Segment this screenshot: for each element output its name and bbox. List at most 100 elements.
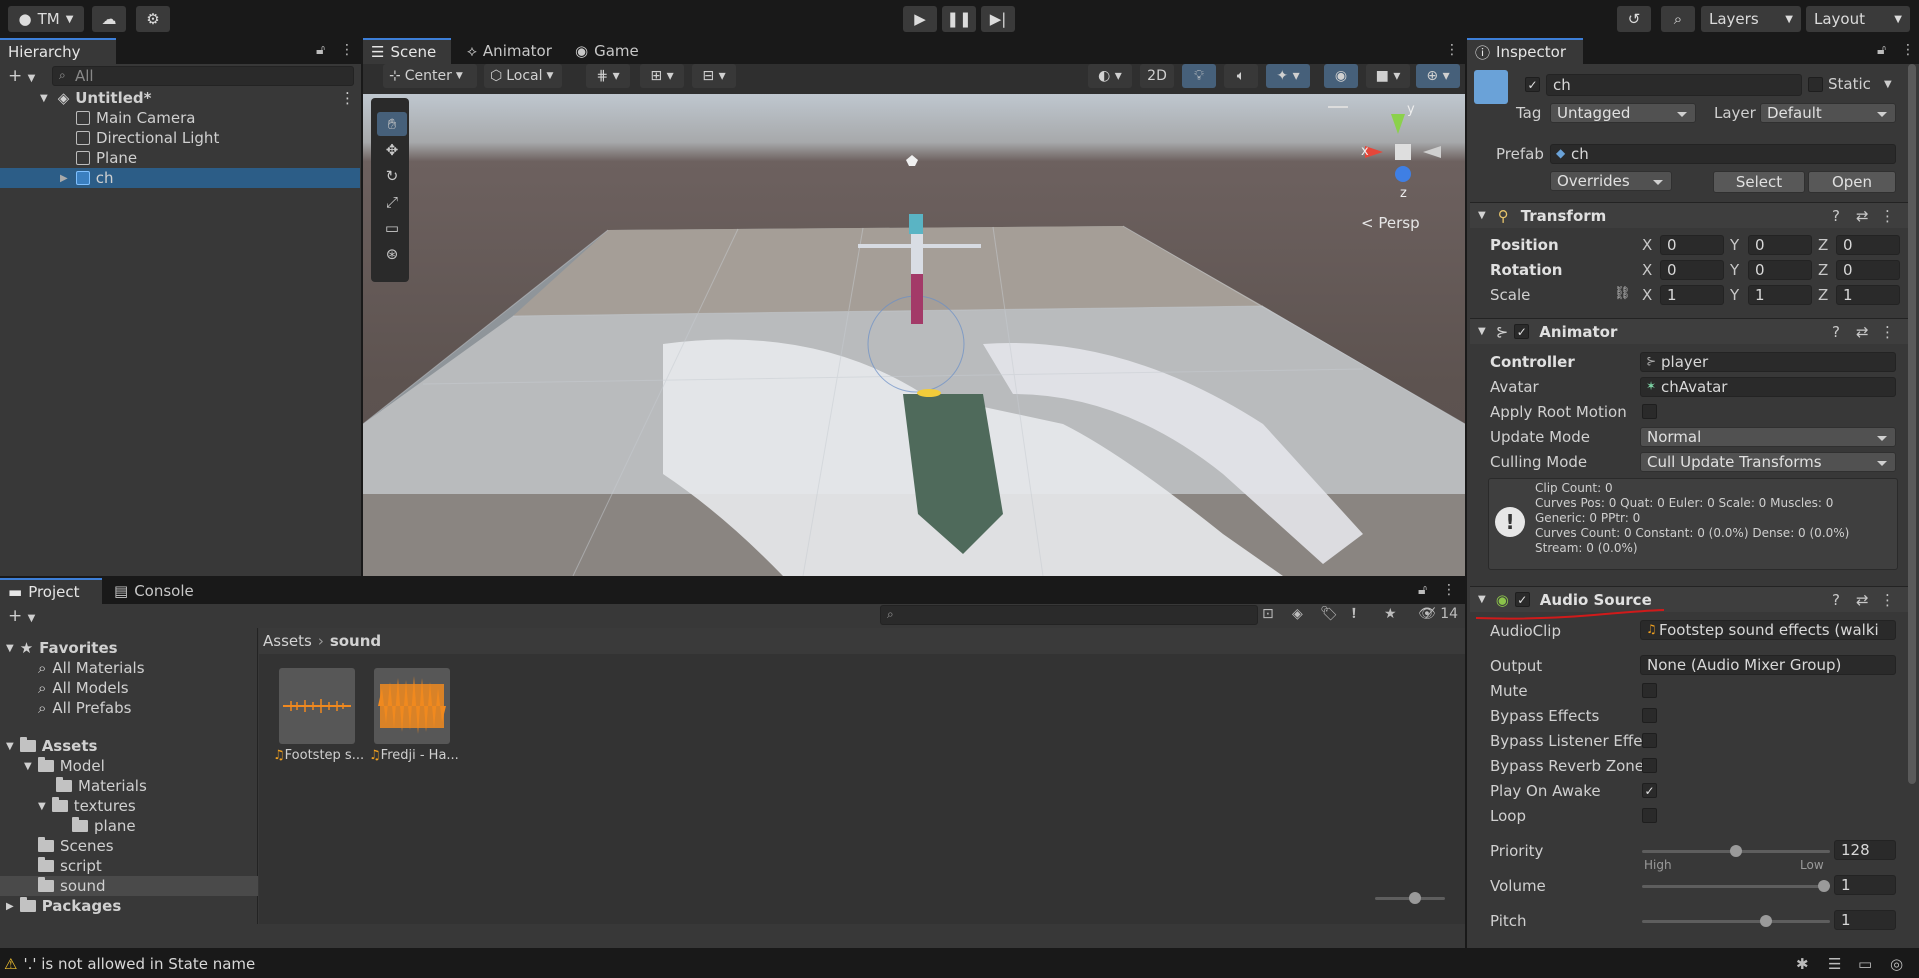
search-button[interactable]: ⌕ — [1661, 6, 1695, 32]
help-icon[interactable]: ? — [1832, 591, 1840, 609]
cloud-button[interactable]: ☁ — [92, 6, 126, 32]
mute-checkbox[interactable] — [1642, 683, 1657, 698]
hidden-objects-toggle[interactable]: ◉ — [1324, 64, 1358, 88]
more-icon[interactable]: ⋮ — [1880, 323, 1895, 341]
volume-field[interactable]: 1 — [1834, 875, 1896, 895]
gizmo-menu-icon[interactable] — [1328, 106, 1348, 108]
tab-hierarchy[interactable]: Hierarchy — [0, 38, 116, 64]
scale-tool[interactable]: ⤢ — [377, 190, 407, 214]
bypass-listener-checkbox[interactable] — [1642, 733, 1657, 748]
expand-arrow-icon[interactable]: ▼ — [1478, 326, 1486, 337]
filter-type-icon[interactable]: ◈ — [1292, 606, 1303, 622]
thumbnail-size-knob[interactable] — [1409, 892, 1421, 904]
pause-button[interactable]: ❚❚ — [942, 6, 976, 32]
lock-icon[interactable]: 🔓︎ — [1418, 582, 1427, 598]
asset-thumbnail-fredji[interactable] — [374, 668, 450, 744]
hidden-count-icon[interactable]: 👁︎̸ 14 — [1418, 606, 1458, 622]
pivot-dropdown[interactable]: ⊹ Center ▼ — [383, 64, 477, 88]
stack-icon[interactable]: ☰ — [1828, 955, 1841, 973]
more-icon[interactable]: ⋮ — [1445, 42, 1459, 58]
lock-icon[interactable]: 🔓︎ — [316, 42, 325, 58]
volume-knob[interactable] — [1818, 880, 1830, 892]
projection-label[interactable]: < Persp — [1361, 214, 1420, 232]
inspector-scrollbar[interactable] — [1908, 64, 1916, 784]
lighting-toggle[interactable]: 💡︎ — [1182, 64, 1216, 88]
culling-mode-dropdown[interactable]: Cull Update Transforms — [1640, 452, 1896, 472]
hierarchy-item-directional-light[interactable]: Directional Light — [0, 128, 360, 148]
scene-viewport[interactable]: ✋︎ ✥ ↻ ⤢ ▭ ⊛ x y z < Persp — [363, 94, 1465, 576]
favorites-header[interactable]: ▼ ★ Favorites — [0, 638, 258, 658]
folder-script[interactable]: script — [0, 856, 258, 876]
animator-enabled-checkbox[interactable]: ✓ — [1514, 324, 1530, 339]
lock-icon[interactable]: 🔓︎ — [1877, 42, 1886, 58]
controller-field[interactable]: ⊱ player — [1640, 352, 1896, 372]
avatar-field[interactable]: ✶ chAvatar — [1640, 377, 1896, 397]
project-search-input[interactable]: ⌕ — [880, 605, 1258, 625]
loop-checkbox[interactable] — [1642, 808, 1657, 823]
audio-toggle[interactable]: 🔈︎ — [1224, 64, 1258, 88]
chevron-down-icon[interactable]: ▼ — [1884, 79, 1892, 90]
animator-header[interactable]: ▼ ⊱ ✓ Animator ? ⇄ ⋮ — [1470, 318, 1910, 344]
bypass-effects-checkbox[interactable] — [1642, 708, 1657, 723]
expand-arrow-icon[interactable]: ▼ — [1478, 210, 1486, 221]
account-dropdown[interactable]: ● TM ▼ — [8, 6, 84, 32]
label-icon[interactable]: 🏷︎ — [1320, 606, 1338, 622]
favorite-item[interactable]: ⌕ All Models — [0, 678, 258, 698]
expand-arrow-icon[interactable]: ▶ — [60, 173, 68, 184]
hierarchy-item-main-camera[interactable]: Main Camera — [0, 108, 360, 128]
hierarchy-search-input[interactable]: ⌕ All — [52, 66, 354, 86]
bypass-reverb-checkbox[interactable] — [1642, 758, 1657, 773]
gizmos-button[interactable]: ⊕ ▾ — [1416, 64, 1460, 88]
hierarchy-item-plane[interactable]: Plane — [0, 148, 360, 168]
position-z-field[interactable]: 0 — [1836, 235, 1900, 255]
layout-dropdown[interactable]: Layout ▼ — [1806, 6, 1910, 32]
folder-plane[interactable]: plane — [0, 816, 258, 836]
increment-snap-button[interactable]: ⊟ ▾ — [692, 64, 736, 88]
tab-animator[interactable]: ⟡ Animator — [459, 38, 559, 64]
history-button[interactable]: ↺ — [1617, 6, 1651, 32]
orientation-gizmo[interactable]: x y z — [1333, 100, 1453, 210]
status-ok-icon[interactable]: ◎ — [1890, 955, 1903, 973]
rotation-y-field[interactable]: 0 — [1748, 260, 1812, 280]
more-icon[interactable]: ⋮ — [1880, 591, 1895, 609]
tab-project[interactable]: ▬ Project — [0, 578, 102, 604]
expand-arrow-icon[interactable]: ▼ — [6, 741, 14, 752]
space-dropdown[interactable]: ⬡ Local ▼ — [484, 64, 562, 88]
search-filter-icon[interactable]: ⊡ — [1262, 606, 1274, 622]
folder-sound[interactable]: sound — [0, 876, 258, 896]
collab-button[interactable]: ⚙ — [136, 6, 170, 32]
rotation-x-field[interactable]: 0 — [1660, 260, 1724, 280]
status-bar[interactable]: ⚠ '.' is not allowed in State name ✱ ☰ ▭… — [0, 950, 1919, 978]
asset-label-footstep[interactable]: ♫Footstep s... — [273, 748, 365, 763]
tab-console[interactable]: ▤ Console — [106, 578, 202, 604]
hierarchy-scene-row[interactable]: ▼ ◈ Untitled* ⋮ — [0, 88, 360, 108]
transform-header[interactable]: ▼ ⚲ Transform ? ⇄ ⋮ — [1470, 202, 1910, 228]
layers-dropdown[interactable]: Layers ▼ — [1701, 6, 1801, 32]
packages-header[interactable]: ▶ Packages — [0, 896, 258, 916]
tag-dropdown[interactable]: Untagged — [1550, 103, 1696, 123]
position-x-field[interactable]: 0 — [1660, 235, 1724, 255]
pitch-slider[interactable] — [1642, 920, 1830, 923]
debug-icon[interactable]: ✱ — [1796, 955, 1809, 973]
static-checkbox[interactable] — [1808, 77, 1823, 92]
rotate-tool[interactable]: ↻ — [377, 164, 407, 188]
more-icon[interactable]: ⋮ — [1901, 42, 1915, 58]
asset-thumbnail-footstep[interactable] — [279, 668, 355, 744]
breadcrumb-sound[interactable]: sound — [330, 632, 381, 650]
layer-dropdown[interactable]: Default — [1760, 103, 1896, 123]
volume-slider[interactable] — [1642, 885, 1830, 888]
folder-textures[interactable]: ▼ textures — [0, 796, 258, 816]
tab-scene[interactable]: ☰ Scene — [363, 38, 451, 64]
camera-settings-button[interactable]: ■ ▾ — [1366, 64, 1410, 88]
pitch-knob[interactable] — [1759, 915, 1772, 927]
expand-arrow-icon[interactable]: ▼ — [24, 761, 32, 772]
star-icon[interactable]: ★ — [1384, 606, 1397, 622]
rotation-z-field[interactable]: 0 — [1836, 260, 1900, 280]
tab-inspector[interactable]: ⓘ Inspector — [1467, 38, 1583, 64]
add-icon[interactable]: + ▼ — [8, 66, 35, 86]
update-mode-dropdown[interactable]: Normal — [1640, 427, 1896, 447]
open-button[interactable]: Open — [1808, 171, 1896, 193]
folder-model[interactable]: ▼ Model — [0, 756, 258, 776]
link-scale-icon[interactable]: ⛓ — [1614, 286, 1631, 301]
priority-knob[interactable] — [1730, 845, 1742, 857]
